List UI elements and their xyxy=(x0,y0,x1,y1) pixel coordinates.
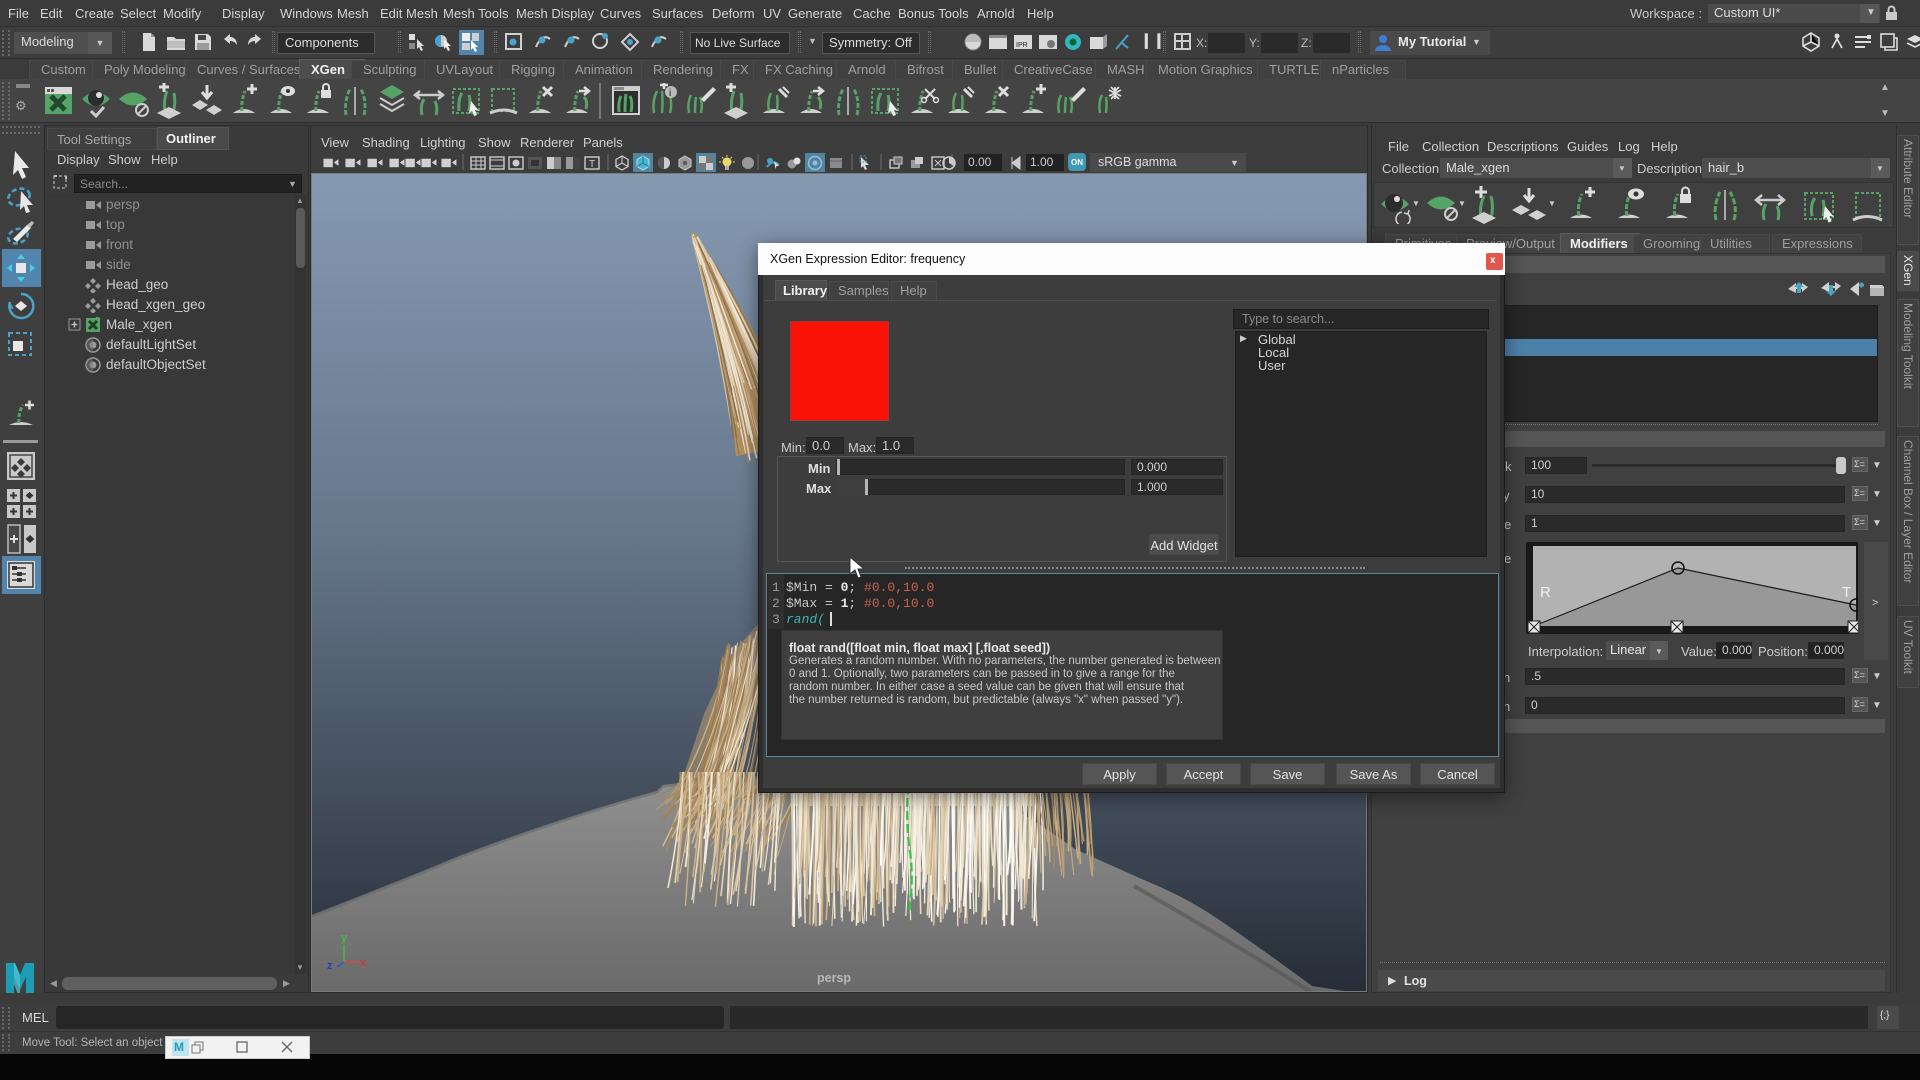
svg-text:T: T xyxy=(1842,584,1851,601)
svg-text:i: i xyxy=(669,88,671,99)
svg-text:x: x xyxy=(360,957,367,969)
svg-text:z: z xyxy=(327,960,333,972)
svg-text:R: R xyxy=(1540,584,1551,601)
svg-text:T: T xyxy=(589,159,595,170)
svg-text:IPR: IPR xyxy=(1016,42,1028,49)
svg-text:persp: persp xyxy=(817,971,851,985)
svg-text:y: y xyxy=(341,932,348,944)
